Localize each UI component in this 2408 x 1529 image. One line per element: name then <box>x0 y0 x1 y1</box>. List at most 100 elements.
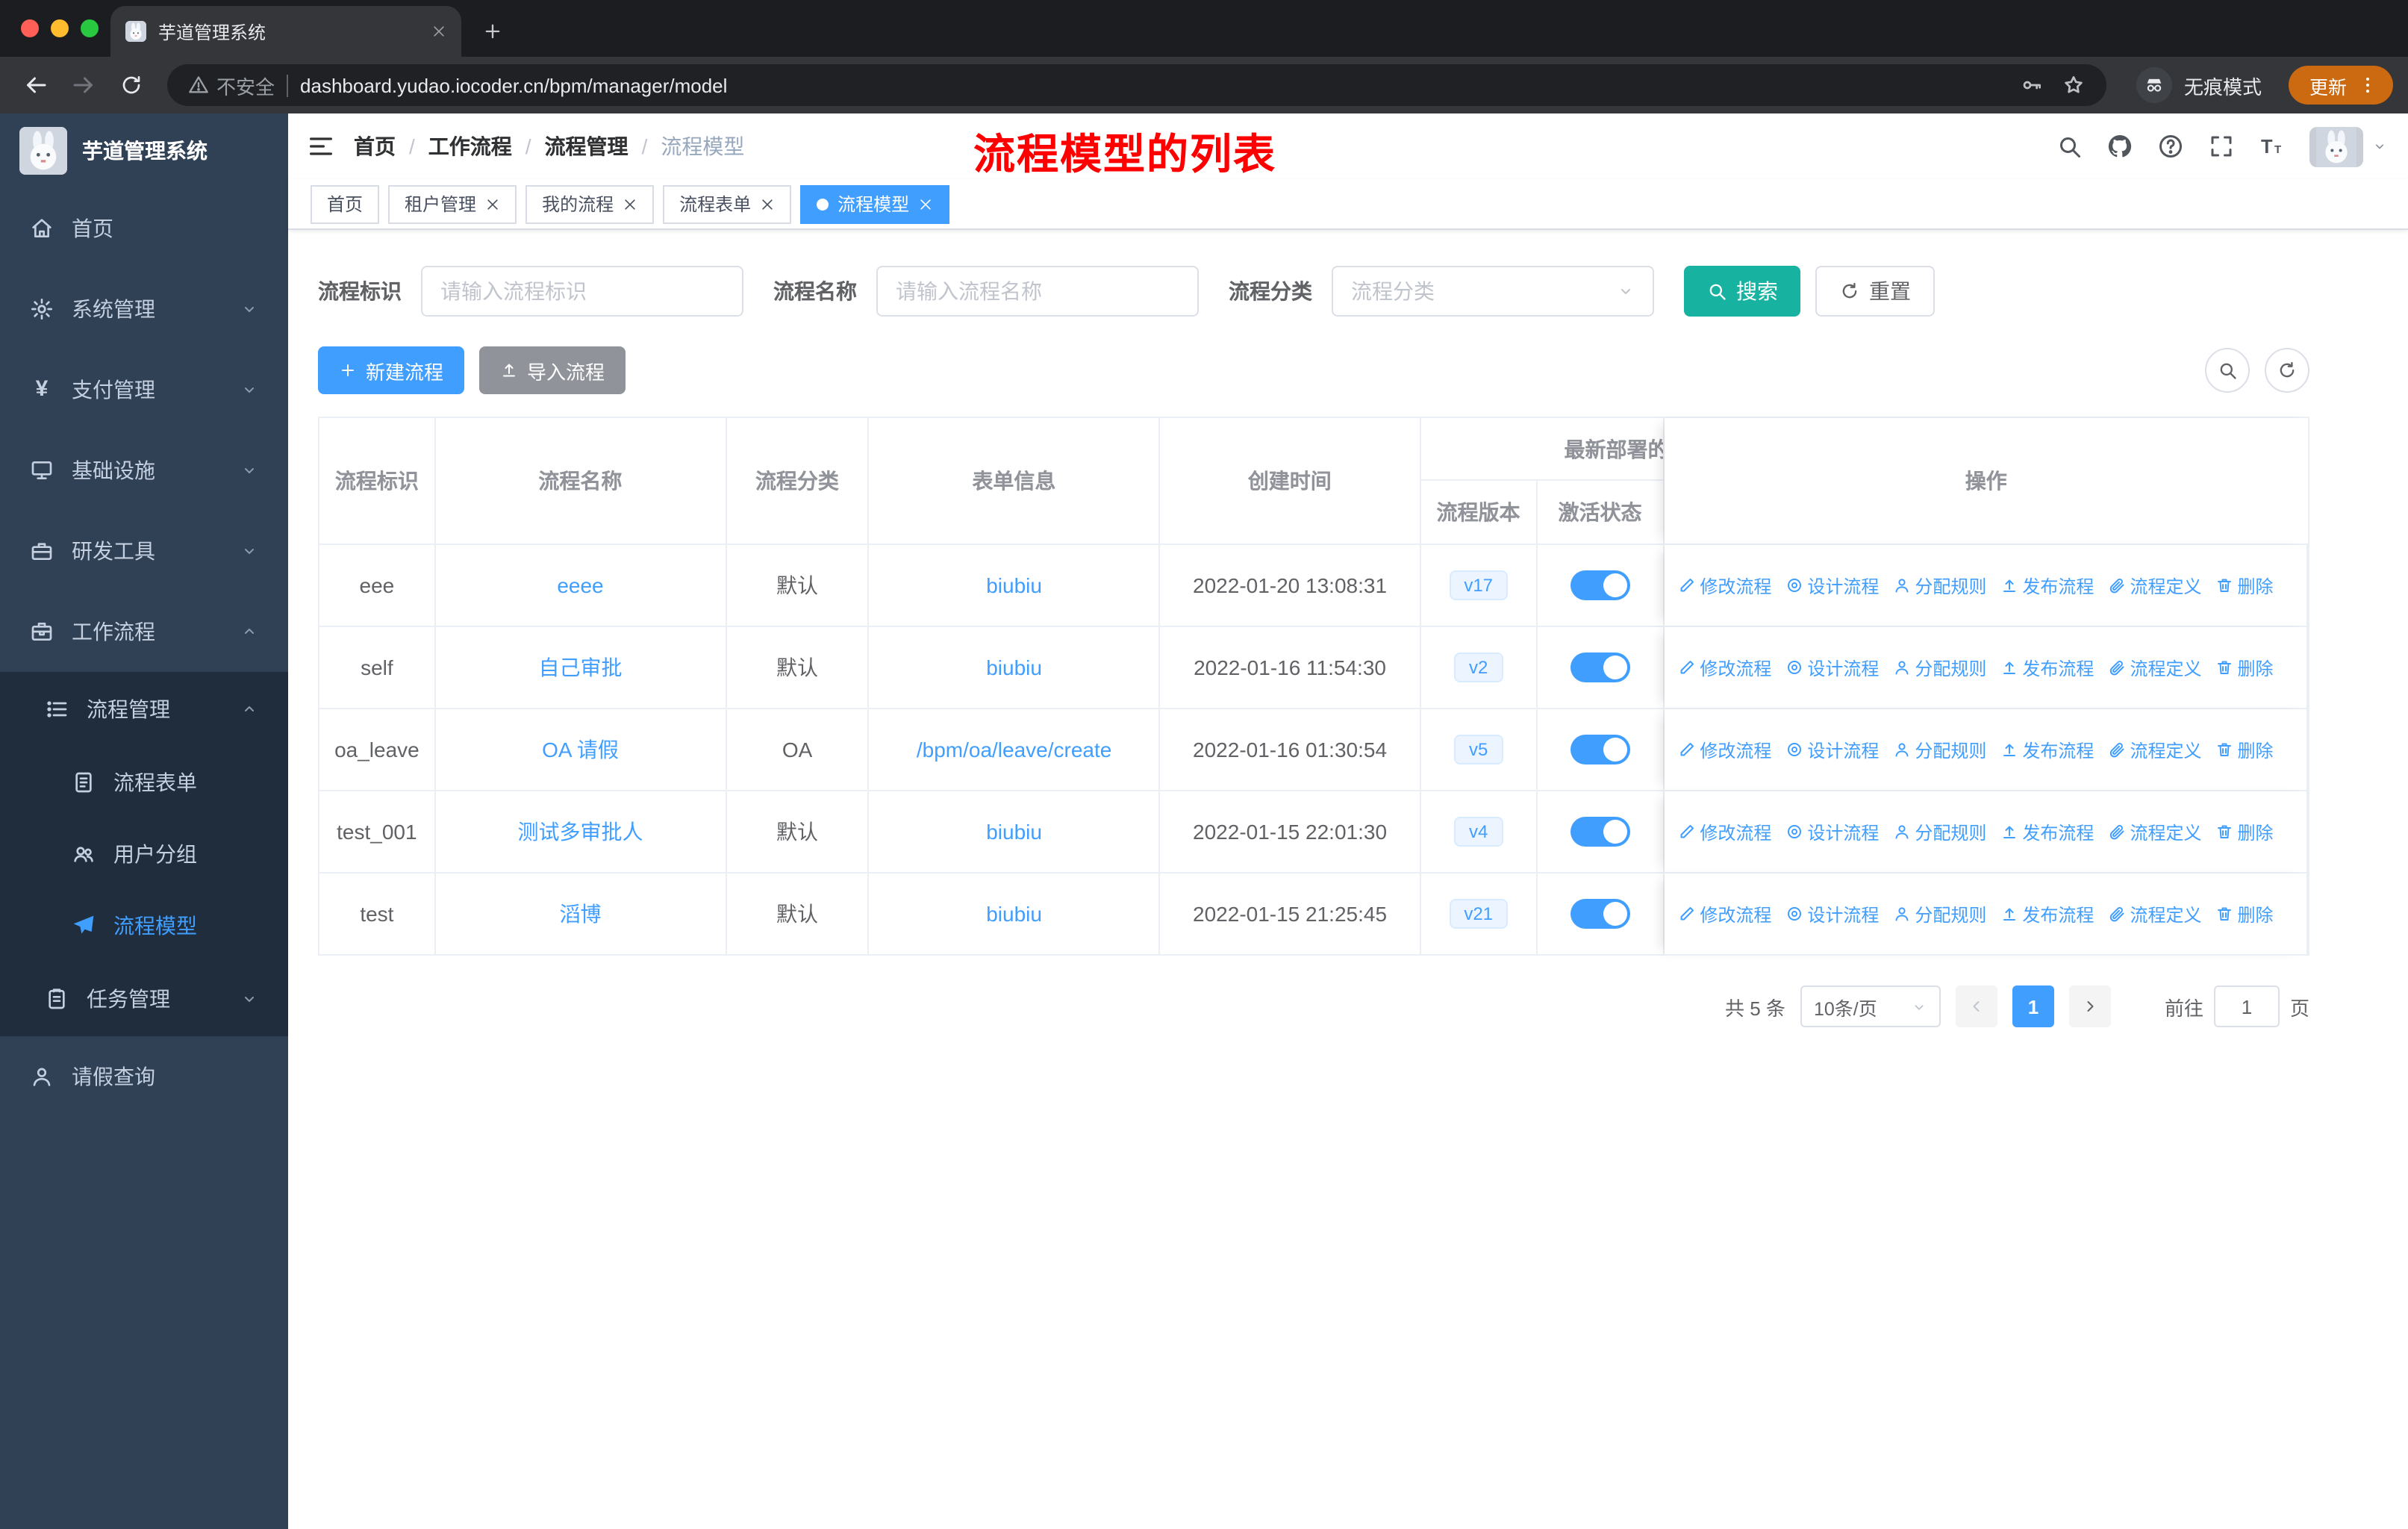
next-page-button[interactable] <box>2068 985 2111 1027</box>
breadcrumb-item-2[interactable]: 流程管理 <box>545 131 628 161</box>
breadcrumb-item-0[interactable]: 首页 <box>354 131 396 161</box>
view-tag-4[interactable]: 流程模型 <box>800 184 950 223</box>
sidebar-item-9[interactable]: 流程模型 <box>0 890 288 962</box>
browser-tab[interactable]: 芋道管理系统 <box>110 6 461 57</box>
action-link-4[interactable]: 流程定义 <box>2107 573 2201 598</box>
process-name-input[interactable] <box>876 266 1199 317</box>
sidebar-item-1[interactable]: 系统管理 <box>0 269 288 349</box>
cell-form-link[interactable]: biubiu <box>869 791 1161 874</box>
tag-close-icon[interactable] <box>623 196 637 211</box>
action-link-5[interactable]: 删除 <box>2215 819 2274 844</box>
reload-button[interactable] <box>110 64 152 106</box>
action-link-5[interactable]: 删除 <box>2215 737 2274 762</box>
font-size-icon[interactable]: TT <box>2259 133 2286 160</box>
action-link-4[interactable]: 流程定义 <box>2107 737 2201 762</box>
action-link-1[interactable]: 设计流程 <box>1785 901 1879 927</box>
action-link-3[interactable]: 发布流程 <box>2000 655 2094 680</box>
sidebar-item-4[interactable]: 研发工具 <box>0 511 288 591</box>
active-toggle[interactable] <box>1570 817 1630 847</box>
page-size-select[interactable]: 10条/页 <box>1800 985 1941 1027</box>
address-bar[interactable]: 不安全 dashboard.yudao.iocoder.cn/bpm/manag… <box>167 64 2106 106</box>
goto-page-input[interactable] <box>2213 985 2280 1027</box>
view-tag-0[interactable]: 首页 <box>311 184 380 223</box>
action-link-0[interactable]: 修改流程 <box>1677 655 1771 680</box>
sidebar-item-3[interactable]: 基础设施 <box>0 430 288 511</box>
action-link-3[interactable]: 发布流程 <box>2000 573 2094 598</box>
app-logo[interactable]: 芋道管理系统 <box>0 113 288 188</box>
cell-form-link[interactable]: biubiu <box>869 545 1161 627</box>
security-indicator[interactable]: 不安全 <box>188 71 275 99</box>
active-toggle[interactable] <box>1570 570 1630 600</box>
category-select[interactable]: 流程分类 <box>1332 266 1654 317</box>
view-tag-1[interactable]: 租户管理 <box>388 184 517 223</box>
view-tag-2[interactable]: 我的流程 <box>525 184 655 223</box>
window-close-button[interactable] <box>21 19 39 37</box>
process-id-input[interactable] <box>421 266 743 317</box>
cell-process-name-link[interactable]: eeee <box>435 545 727 627</box>
user-avatar-menu[interactable] <box>2309 126 2387 166</box>
action-link-3[interactable]: 发布流程 <box>2000 901 2094 927</box>
search-icon[interactable] <box>2056 133 2083 160</box>
sidebar-item-11[interactable]: 请假查询 <box>0 1036 288 1117</box>
cell-form-link[interactable]: biubiu <box>869 874 1161 956</box>
active-toggle[interactable] <box>1570 653 1630 682</box>
page-number-button[interactable]: 1 <box>2012 985 2054 1027</box>
action-link-5[interactable]: 删除 <box>2215 655 2274 680</box>
password-key-icon[interactable] <box>2020 73 2044 97</box>
action-link-2[interactable]: 分配规则 <box>1892 737 1986 762</box>
tag-close-icon[interactable] <box>760 196 775 211</box>
action-link-0[interactable]: 修改流程 <box>1677 573 1771 598</box>
breadcrumb-item-1[interactable]: 工作流程 <box>428 131 512 161</box>
action-link-0[interactable]: 修改流程 <box>1677 819 1771 844</box>
sidebar-item-7[interactable]: 流程表单 <box>0 747 288 818</box>
cell-process-name-link[interactable]: OA 请假 <box>435 709 727 791</box>
action-link-2[interactable]: 分配规则 <box>1892 901 1986 927</box>
sidebar-item-10[interactable]: 任务管理 <box>0 962 288 1036</box>
view-tag-3[interactable]: 流程表单 <box>663 184 792 223</box>
action-link-5[interactable]: 删除 <box>2215 901 2274 927</box>
cell-process-name-link[interactable]: 滔博 <box>435 874 727 956</box>
sidebar-item-6[interactable]: 流程管理 <box>0 672 288 747</box>
help-icon[interactable] <box>2157 133 2184 160</box>
refresh-table-button[interactable] <box>2265 348 2309 393</box>
tag-close-icon[interactable] <box>485 196 500 211</box>
create-process-button[interactable]: 新建流程 <box>318 346 465 394</box>
prev-page-button[interactable] <box>1955 985 1997 1027</box>
action-link-4[interactable]: 流程定义 <box>2107 819 2201 844</box>
sidebar-item-8[interactable]: 用户分组 <box>0 818 288 890</box>
window-zoom-button[interactable] <box>81 19 99 37</box>
new-tab-button[interactable] <box>473 12 512 51</box>
action-link-2[interactable]: 分配规则 <box>1892 573 1986 598</box>
sidebar-item-0[interactable]: 首页 <box>0 188 288 269</box>
cell-form-link[interactable]: /bpm/oa/leave/create <box>869 709 1161 791</box>
sidebar-fold-button[interactable] <box>288 113 354 179</box>
forward-button[interactable] <box>63 64 105 106</box>
github-icon[interactable] <box>2106 133 2133 160</box>
action-link-0[interactable]: 修改流程 <box>1677 737 1771 762</box>
cell-form-link[interactable]: biubiu <box>869 627 1161 709</box>
cell-process-name-link[interactable]: 自己审批 <box>435 627 727 709</box>
bookmark-star-icon[interactable] <box>2062 73 2086 97</box>
action-link-3[interactable]: 发布流程 <box>2000 819 2094 844</box>
browser-menu-icon[interactable] <box>2357 75 2378 96</box>
action-link-1[interactable]: 设计流程 <box>1785 655 1879 680</box>
action-link-1[interactable]: 设计流程 <box>1785 573 1879 598</box>
back-button[interactable] <box>15 64 57 106</box>
action-link-5[interactable]: 删除 <box>2215 573 2274 598</box>
tag-close-icon[interactable] <box>918 196 933 211</box>
action-link-3[interactable]: 发布流程 <box>2000 737 2094 762</box>
action-link-2[interactable]: 分配规则 <box>1892 655 1986 680</box>
toggle-search-button[interactable] <box>2205 348 2250 393</box>
reset-button[interactable]: 重置 <box>1815 266 1935 317</box>
chrome-update-button[interactable]: 更新 <box>2288 66 2393 105</box>
window-minimize-button[interactable] <box>51 19 69 37</box>
action-link-4[interactable]: 流程定义 <box>2107 655 2201 680</box>
action-link-2[interactable]: 分配规则 <box>1892 819 1986 844</box>
action-link-1[interactable]: 设计流程 <box>1785 737 1879 762</box>
active-toggle[interactable] <box>1570 899 1630 929</box>
action-link-0[interactable]: 修改流程 <box>1677 901 1771 927</box>
fullscreen-icon[interactable] <box>2208 133 2235 160</box>
sidebar-item-5[interactable]: 工作流程 <box>0 591 288 672</box>
sidebar-item-2[interactable]: ¥ 支付管理 <box>0 349 288 430</box>
search-button[interactable]: 搜索 <box>1684 266 1800 317</box>
